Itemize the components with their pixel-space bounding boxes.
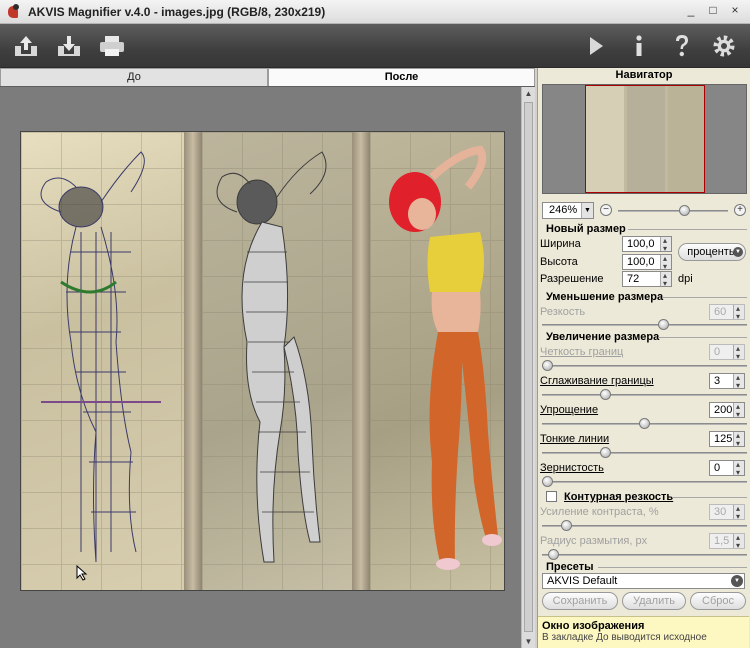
upsize-param-label: Сглаживание границы bbox=[540, 375, 654, 387]
run-icon[interactable] bbox=[582, 32, 610, 60]
upsize-param-label: Тонкие линии bbox=[540, 433, 610, 445]
result-panel bbox=[370, 132, 504, 590]
resolution-unit: dpi bbox=[678, 273, 693, 285]
contour-param-label: Радиус размытия, px bbox=[540, 535, 648, 547]
hint-panel: Окно изображения В закладке До выводится… bbox=[538, 616, 749, 648]
upsize-param-input[interactable]: 3 bbox=[709, 371, 745, 393]
width-input[interactable]: 100,0 bbox=[622, 234, 672, 256]
preset-dropdown[interactable]: AKVIS Default ▼ bbox=[542, 573, 745, 589]
wireframe-panel bbox=[21, 132, 184, 590]
upsize-param-input[interactable]: 0 bbox=[709, 458, 745, 480]
upsize-param-input[interactable]: 0 bbox=[709, 342, 745, 364]
contour-param-input[interactable]: 30 bbox=[709, 502, 745, 524]
window-title: AKVIS Magnifier v.4.0 - images.jpg (RGB/… bbox=[28, 4, 326, 19]
upsize-param-slider[interactable] bbox=[542, 476, 747, 487]
height-label: Высота bbox=[540, 256, 578, 268]
help-icon[interactable] bbox=[668, 32, 696, 60]
vertical-scrollbar[interactable]: ▲ ▼ bbox=[521, 87, 535, 648]
save-preset-button[interactable]: Сохранить bbox=[542, 592, 618, 610]
save-icon[interactable] bbox=[55, 32, 83, 60]
print-icon[interactable] bbox=[98, 32, 126, 60]
delete-preset-button[interactable]: Удалить bbox=[622, 592, 686, 610]
minimize-button[interactable]: _ bbox=[682, 3, 700, 19]
upsize-param-label: Упрощение bbox=[540, 404, 599, 416]
width-label: Ширина bbox=[540, 238, 581, 250]
upsize-param-input[interactable]: 200 bbox=[709, 400, 745, 422]
hint-text: В закладке До выводится исходное bbox=[542, 632, 707, 643]
navigator-viewport-frame[interactable] bbox=[585, 85, 705, 193]
settings-panel: Навигатор 246% ▼ − + Новый размер Ширина … bbox=[537, 68, 750, 648]
upsize-param-slider[interactable] bbox=[542, 389, 747, 400]
info-icon[interactable] bbox=[625, 32, 653, 60]
zoom-in-button[interactable]: + bbox=[734, 204, 746, 216]
contour-param-slider[interactable] bbox=[542, 520, 747, 531]
contour-param-slider[interactable] bbox=[542, 549, 747, 560]
open-icon[interactable] bbox=[12, 32, 40, 60]
toolbar bbox=[0, 24, 750, 68]
resolution-input[interactable]: 72 bbox=[622, 269, 672, 291]
image-viewport[interactable]: ▲ ▼ bbox=[0, 86, 535, 648]
hint-title: Окно изображения bbox=[542, 620, 645, 632]
upsize-param-input[interactable]: 125 bbox=[709, 429, 745, 451]
title-bar: AKVIS Magnifier v.4.0 - images.jpg (RGB/… bbox=[0, 0, 750, 24]
upsize-param-slider[interactable] bbox=[542, 447, 747, 458]
navigator-preview[interactable] bbox=[542, 84, 747, 194]
downsize-sharpness-label: Резкость bbox=[540, 306, 586, 318]
upsize-param-label: Зернистость bbox=[540, 462, 604, 474]
downsize-sharpness-slider[interactable] bbox=[542, 319, 747, 330]
downsize-sharpness-input[interactable]: 60 bbox=[709, 302, 745, 324]
app-logo-icon bbox=[6, 3, 22, 20]
maximize-button[interactable]: □ bbox=[704, 3, 722, 19]
contour-param-label: Усиление контраста, % bbox=[540, 506, 659, 518]
settings-icon[interactable] bbox=[710, 32, 738, 60]
upsize-param-slider[interactable] bbox=[542, 360, 747, 371]
height-input[interactable]: 100,0 bbox=[622, 252, 672, 274]
mesh-panel bbox=[202, 132, 352, 590]
zoom-slider[interactable] bbox=[618, 205, 728, 216]
close-button[interactable]: × bbox=[726, 3, 744, 19]
tab-after[interactable]: После bbox=[268, 68, 535, 86]
contour-sharpness-checkbox[interactable] bbox=[546, 491, 557, 502]
navigator-title: Навигатор bbox=[615, 69, 673, 81]
upsize-param-label: Четкость границ bbox=[540, 346, 624, 358]
zoom-out-button[interactable]: − bbox=[600, 204, 612, 216]
resolution-label: Разрешение bbox=[540, 273, 604, 285]
mouse-cursor-icon bbox=[76, 564, 88, 584]
zoom-select[interactable]: 246% ▼ bbox=[542, 202, 594, 219]
reset-preset-button[interactable]: Сброс bbox=[690, 592, 746, 610]
upsize-param-slider[interactable] bbox=[542, 418, 747, 429]
tab-before[interactable]: До bbox=[0, 68, 268, 86]
image-preview bbox=[20, 131, 505, 591]
contour-param-input[interactable]: 1,5 bbox=[709, 531, 745, 553]
units-dropdown[interactable]: проценты ▼ bbox=[678, 243, 746, 261]
scrollbar-thumb[interactable] bbox=[524, 102, 533, 632]
